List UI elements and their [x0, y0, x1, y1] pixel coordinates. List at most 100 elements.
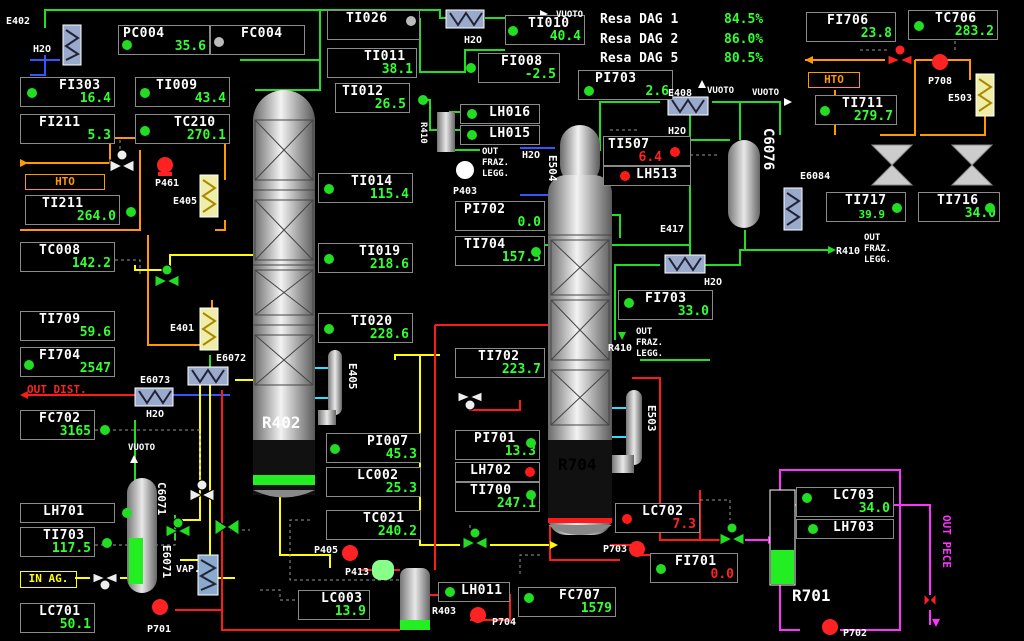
label-vuoto: VUOTO — [752, 88, 780, 98]
status-indicator — [531, 247, 541, 257]
tag-value: 5.3 — [87, 128, 111, 143]
tag-name: TI704 — [464, 237, 506, 252]
label-e6073: E6073 — [140, 375, 171, 386]
tag-lh513[interactable]: LH513 — [603, 166, 691, 186]
label-h2o: H2O — [668, 126, 687, 137]
tag-value: 35.6 — [174, 39, 206, 54]
label-r704: R704 — [558, 455, 597, 474]
tag-ti011[interactable]: TI011 38.1 — [327, 48, 417, 78]
tag-value: 25.3 — [385, 481, 417, 496]
tag-name: LH701 — [43, 504, 85, 519]
tag-ti026[interactable]: TI026 — [327, 10, 420, 40]
tag-value: 59.6 — [79, 325, 111, 340]
label-c6071: C6071 — [155, 482, 168, 516]
tag-value: 264.0 — [76, 209, 116, 224]
tag-pi702[interactable]: PI702 0.0 — [455, 201, 545, 231]
label-h2o: H2O — [33, 44, 52, 55]
tag-value: 38.1 — [381, 62, 413, 77]
status-indicator — [508, 26, 518, 36]
e402-exchanger — [62, 24, 82, 66]
label-r410: R410 — [418, 122, 428, 144]
label-p405: P405 — [314, 545, 339, 556]
status-indicator — [808, 524, 818, 534]
tag-value: 33.0 — [677, 304, 709, 319]
resa-dag-2: Resa DAG 2 86.0% — [600, 32, 790, 47]
tag-fi704[interactable]: FI704 2547 — [20, 347, 115, 377]
resa-label: Resa DAG 5 — [600, 51, 679, 66]
tag-fc004[interactable]: FC004 — [210, 25, 305, 55]
alarm-indicator — [622, 514, 632, 524]
label-e405: E405 — [173, 196, 198, 207]
tag-value: 270.1 — [186, 128, 226, 143]
tag-value: 283.2 — [954, 24, 994, 39]
tag-value: 34.0 — [858, 501, 890, 516]
label-p708: P708 — [928, 76, 953, 87]
tag-fi211[interactable]: FI211 5.3 — [20, 114, 115, 144]
label-e408: E408 — [668, 88, 693, 99]
status-indicator — [406, 16, 416, 26]
tag-ti211[interactable]: TI211 264.0 — [25, 195, 120, 225]
label-c6076: C6076 — [760, 128, 776, 171]
tag-fc702[interactable]: FC702 3165 — [20, 410, 95, 440]
label-p403: P403 — [453, 186, 478, 197]
status-indicator — [324, 184, 334, 194]
tag-fc707[interactable]: FC707 1579 — [518, 587, 616, 617]
label-e6072: E6072 — [216, 353, 247, 364]
alarm-indicator — [525, 467, 535, 477]
label-p413: P413 — [345, 567, 370, 578]
tag-lc703[interactable]: LC703 34.0 — [796, 487, 894, 517]
label-e402: E402 — [6, 16, 31, 27]
tag-value: 40.4 — [549, 29, 581, 44]
tag-lc002[interactable]: LC002 25.3 — [326, 467, 421, 497]
status-indicator — [802, 493, 812, 503]
tag-ti012[interactable]: TI012 26.5 — [335, 83, 410, 113]
status-indicator — [27, 88, 37, 98]
tag-name: TI026 — [346, 11, 388, 26]
label-vuoto: VUOTO — [556, 10, 584, 20]
resa-value: 86.0% — [724, 32, 764, 47]
label-out-fraz-legg: OUT FRAZ. LEGG. — [864, 233, 892, 265]
label-p702: P702 — [843, 628, 868, 639]
label-vuoto: VUOTO — [707, 86, 735, 96]
label-e401: E401 — [170, 323, 195, 334]
label-h2o: H2O — [522, 150, 541, 161]
tag-name: FC004 — [241, 26, 283, 41]
tag-tc021[interactable]: TC021 240.2 — [326, 510, 421, 540]
label-e504: E504 — [546, 155, 559, 182]
tag-fi008[interactable]: FI008 -2.5 — [478, 53, 560, 83]
label-out-pece: OUT PECE — [940, 515, 953, 568]
tag-ti702[interactable]: TI702 223.7 — [455, 348, 545, 378]
tag-lc701[interactable]: LC701 50.1 — [20, 603, 95, 633]
tag-value: 142.2 — [71, 256, 111, 271]
label-e6071: E6071 — [160, 545, 173, 579]
status-indicator — [418, 95, 428, 105]
tag-pc004[interactable]: PC004 35.6 — [118, 25, 210, 55]
tag-name: TI717 — [845, 193, 887, 208]
tag-name: PI703 — [595, 71, 637, 86]
tag-lc003[interactable]: LC003 13.9 — [298, 590, 370, 620]
tag-name: PI702 — [464, 202, 506, 217]
tag-tc008[interactable]: TC008 142.2 — [20, 242, 115, 272]
tag-pi703[interactable]: PI703 2.6 — [578, 70, 673, 100]
tag-value: 43.4 — [194, 91, 226, 106]
label-p701: P701 — [147, 624, 172, 635]
status-indicator — [466, 63, 476, 73]
column-r402 — [253, 90, 315, 498]
resa-dag-5: Resa DAG 5 80.5% — [600, 51, 790, 66]
tag-value: 2547 — [79, 361, 111, 376]
status-indicator — [985, 203, 995, 213]
tag-lh701[interactable]: LH701 — [20, 503, 115, 523]
tag-pi007[interactable]: PI007 45.3 — [326, 433, 421, 463]
status-indicator — [467, 109, 477, 119]
scada-process-screen: Resa DAG 1 84.5% Resa DAG 2 86.0% Resa DAG… — [0, 0, 1024, 641]
label-hto: HTO — [25, 174, 105, 190]
tag-value: -2.5 — [524, 67, 556, 82]
label-h2o: H2O — [704, 277, 723, 288]
tag-name: LH513 — [636, 167, 678, 182]
status-indicator — [467, 130, 477, 140]
label-vuoto: VUOTO — [128, 443, 156, 453]
tag-fi706[interactable]: FI706 23.8 — [806, 12, 896, 42]
alarm-indicator — [670, 147, 680, 157]
tag-ti703[interactable]: TI703 117.5 — [20, 527, 95, 557]
tag-ti709[interactable]: TI709 59.6 — [20, 311, 115, 341]
